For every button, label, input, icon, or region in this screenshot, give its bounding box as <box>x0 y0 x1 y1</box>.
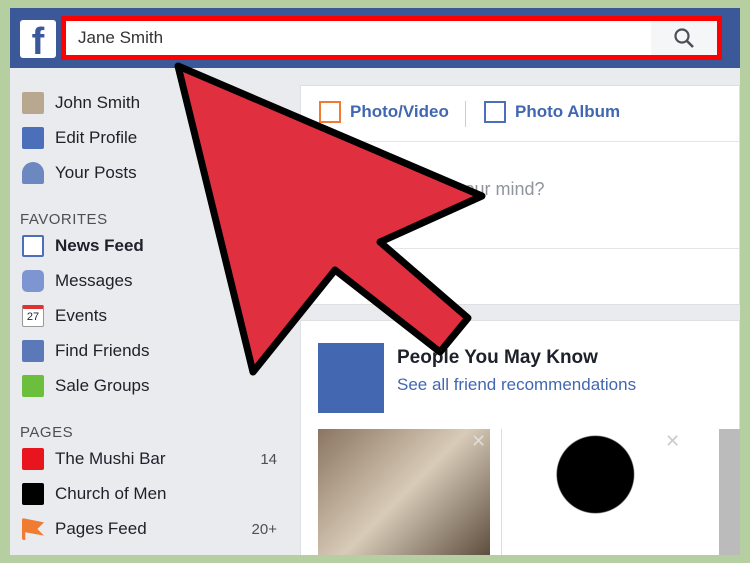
red-arrow <box>174 62 486 376</box>
arrow-pointer <box>174 62 486 376</box>
